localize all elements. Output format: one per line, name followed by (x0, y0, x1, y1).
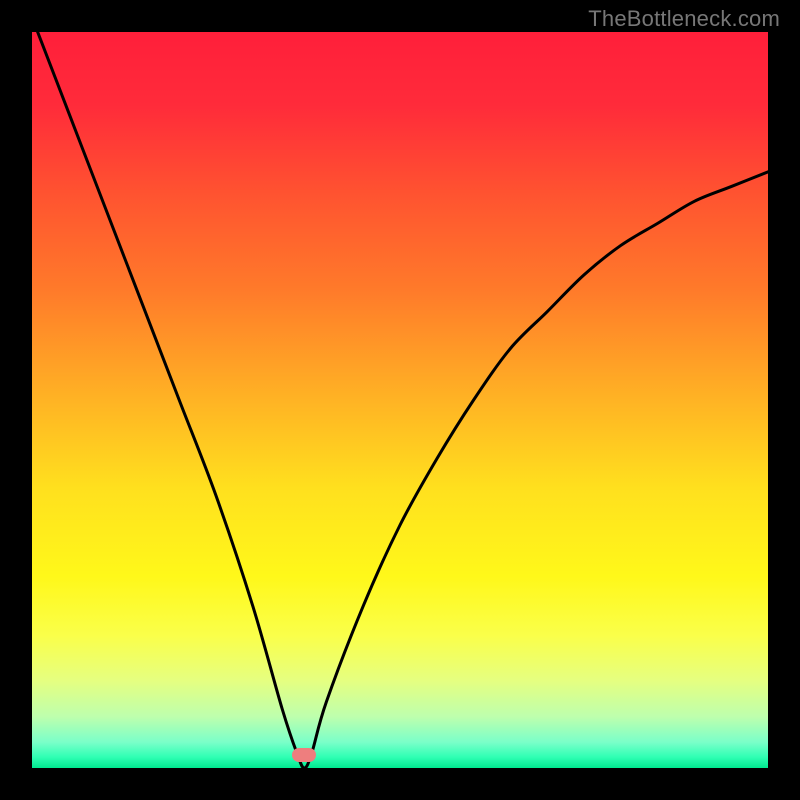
bottleneck-curve (32, 32, 768, 768)
plot-area (32, 32, 768, 768)
watermark-text: TheBottleneck.com (588, 6, 780, 32)
optimal-marker (292, 748, 316, 762)
chart-frame: TheBottleneck.com (0, 0, 800, 800)
